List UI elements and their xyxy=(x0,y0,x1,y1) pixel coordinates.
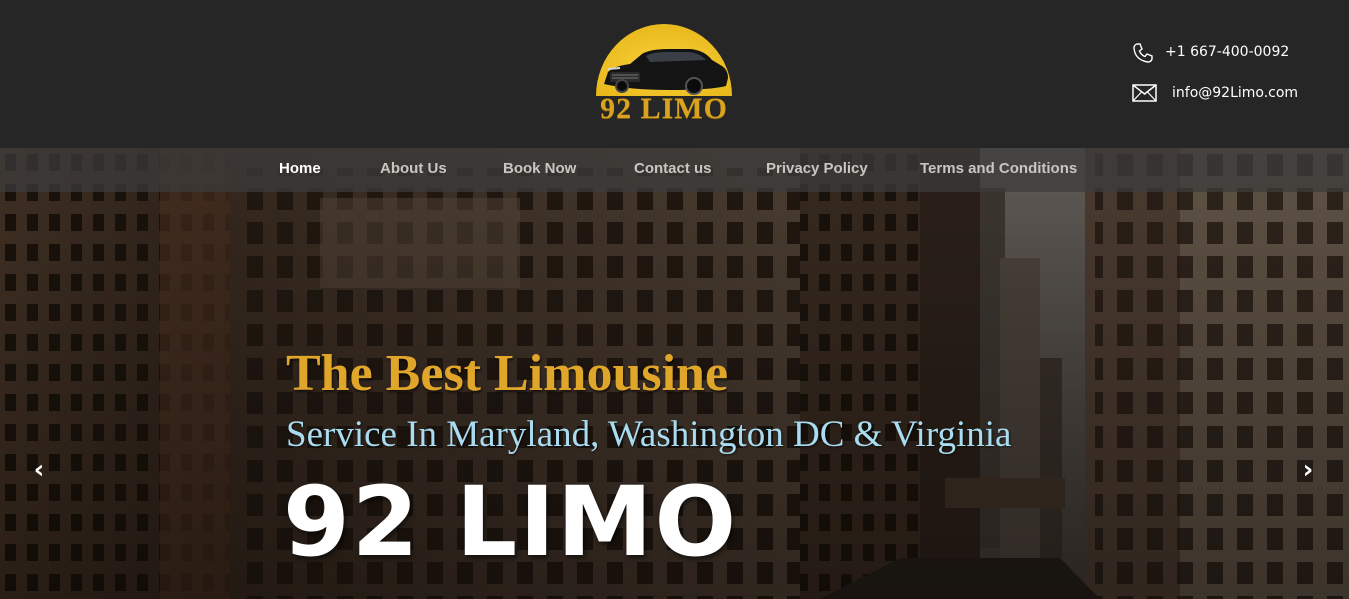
hero-headline: The Best Limousine xyxy=(286,345,729,402)
phone-number[interactable]: +1 667-400-0092 xyxy=(1165,44,1289,60)
nav-home[interactable]: Home xyxy=(279,160,321,177)
logo-text: 92 LIMO xyxy=(600,92,728,125)
phone-contact[interactable]: +1 667-400-0092 xyxy=(1132,42,1289,63)
nav-book-now[interactable]: Book Now xyxy=(503,160,576,177)
nav-about-us[interactable]: About Us xyxy=(380,160,447,177)
nav-terms-and-conditions[interactable]: Terms and Conditions xyxy=(920,160,1077,177)
logo[interactable]: 92 LIMO xyxy=(590,22,738,126)
hero-brand-title: 92 LIMO xyxy=(283,466,739,578)
main-nav: Home About Us Book Now Contact us Privac… xyxy=(0,148,1349,192)
nav-privacy-policy[interactable]: Privacy Policy xyxy=(766,160,868,177)
slider-next-arrow[interactable]: › xyxy=(1296,456,1320,484)
site-header: 92 LIMO +1 667-400-0092 info@92Limo.com xyxy=(0,0,1349,148)
nav-contact-us[interactable]: Contact us xyxy=(634,160,712,177)
hero-slider: Home About Us Book Now Contact us Privac… xyxy=(0,148,1349,599)
envelope-icon xyxy=(1132,83,1157,103)
email-contact[interactable]: info@92Limo.com xyxy=(1132,83,1298,103)
slider-prev-arrow[interactable]: ‹ xyxy=(27,456,51,484)
phone-icon xyxy=(1132,42,1156,63)
email-address[interactable]: info@92Limo.com xyxy=(1172,85,1298,101)
hero-subheadline: Service In Maryland, Washington DC & Vir… xyxy=(286,414,1012,455)
